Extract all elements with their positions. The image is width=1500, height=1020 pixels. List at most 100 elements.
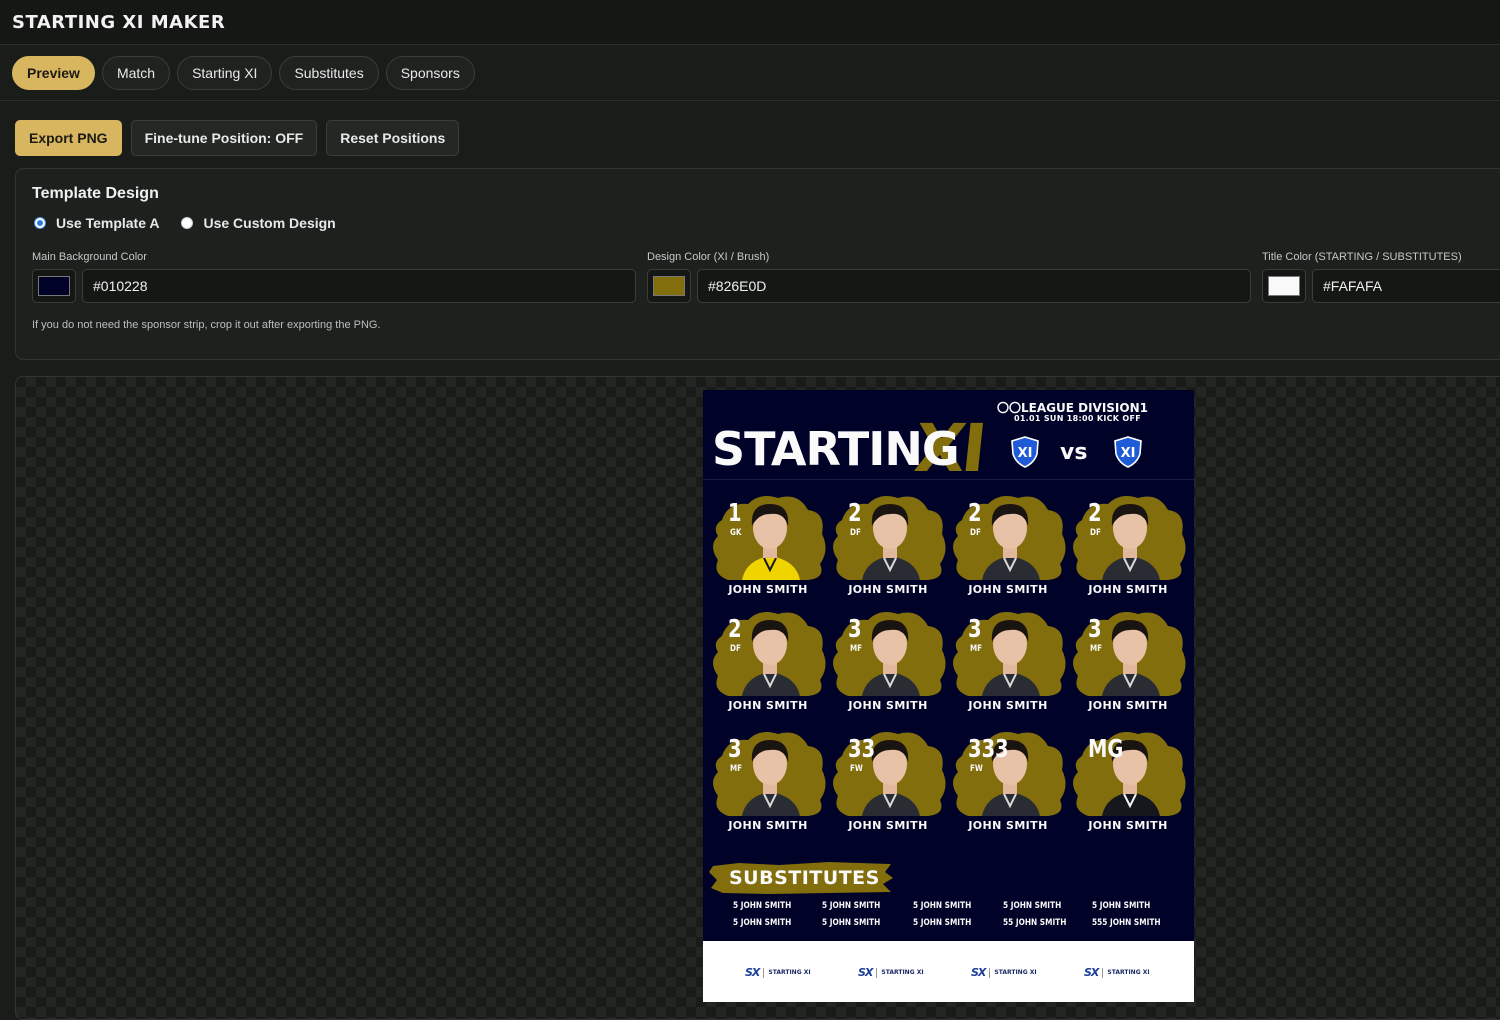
design-color-swatch (653, 276, 685, 296)
player-position: MF (1090, 644, 1103, 654)
radio-template-a[interactable] (34, 217, 46, 229)
player-number: 333 (968, 734, 1009, 763)
player-card[interactable]: MG JOHN SMITH (1068, 726, 1188, 842)
player-card[interactable]: 3 MF JOHN SMITH (948, 606, 1068, 722)
away-crest-text: XI (1121, 446, 1136, 461)
player-number: 2 (968, 498, 982, 527)
lineup-poster: 〇〇LEAGUE DIVISION1 01.01 SUN 18:00 KICK … (703, 390, 1194, 1002)
player-name: JOHN SMITH (1088, 699, 1168, 712)
player-position: DF (1090, 528, 1101, 538)
home-crest-text: XI (1018, 446, 1033, 461)
player-name: JOHN SMITH (1088, 583, 1168, 596)
sponsor-logo: SX STARTING XI (971, 966, 1037, 979)
player-position: MF (850, 644, 863, 654)
substitutes-title: SUBSTITUTES (729, 867, 880, 889)
player-number: MG (1088, 734, 1124, 763)
title-color-label: Title Color (STARTING / SUBSTITUTES) (1262, 251, 1462, 263)
player-number: 2 (728, 614, 742, 643)
fine-tune-toggle-button[interactable]: Fine-tune Position: OFF (130, 120, 318, 156)
substitute-entry: 5 JOHN SMITH (1003, 901, 1062, 911)
tab-starting-xi[interactable]: Starting XI (177, 55, 273, 90)
radio-custom-design[interactable] (181, 217, 194, 229)
poster-title-starting: STARTING (712, 422, 960, 476)
substitute-entry: 5 JOHN SMITH (822, 918, 881, 928)
app-header: STARTING XI MAKER (0, 0, 1500, 45)
main-bg-hex-input[interactable] (82, 269, 636, 303)
sponsor-name: STARTING XI (1107, 969, 1150, 976)
player-name: JOHN SMITH (728, 699, 808, 712)
poster-divider (703, 479, 1194, 480)
sponsor-logo: SX STARTING XI (858, 966, 924, 979)
substitute-entry: 55 JOHN SMITH (1003, 918, 1067, 928)
toolbar: Export PNG Fine-tune Position: OFF Reset… (15, 120, 460, 156)
player-card[interactable]: 1 GK JOHN SMITH (708, 490, 828, 606)
tab-sponsors[interactable]: Sponsors (385, 55, 475, 90)
home-team-crest-icon: XI (1011, 436, 1039, 468)
tab-preview[interactable]: Preview (12, 55, 95, 90)
use-template-a-option[interactable]: Use Template A (34, 215, 159, 231)
export-png-button[interactable]: Export PNG (15, 120, 122, 156)
player-position: FW (850, 764, 863, 774)
sponsor-mark-icon: SX (971, 966, 986, 979)
player-card[interactable]: 2 DF JOHN SMITH (948, 490, 1068, 606)
player-name: JOHN SMITH (848, 819, 928, 832)
sponsor-strip-hint: If you do not need the sponsor strip, cr… (32, 319, 381, 331)
substitute-entry: 5 JOHN SMITH (913, 918, 972, 928)
player-number: 3 (728, 734, 742, 763)
title-color-picker[interactable] (1262, 269, 1306, 303)
player-name: JOHN SMITH (848, 583, 928, 596)
tab-match[interactable]: Match (101, 55, 171, 90)
player-card[interactable]: 3 MF JOHN SMITH (1068, 606, 1188, 722)
sponsor-divider (989, 967, 991, 978)
player-card[interactable]: 2 DF JOHN SMITH (828, 490, 948, 606)
template-design-panel: Template Design Use Template A Use Custo… (15, 168, 1500, 360)
player-position: GK (730, 528, 742, 538)
design-color-label: Design Color (XI / Brush) (647, 251, 770, 263)
sponsor-divider (1102, 967, 1104, 978)
player-card[interactable]: 3 MF JOHN SMITH (708, 726, 828, 842)
sponsor-mark-icon: SX (745, 966, 760, 979)
player-card[interactable]: 33 FW JOHN SMITH (828, 726, 948, 842)
reset-positions-button[interactable]: Reset Positions (326, 120, 460, 156)
sponsor-mark-icon: SX (1084, 966, 1099, 979)
main-bg-label: Main Background Color (32, 251, 147, 263)
sponsor-name: STARTING XI (994, 969, 1037, 976)
radio-template-a-label: Use Template A (56, 215, 160, 231)
player-card[interactable]: 333 FW JOHN SMITH (948, 726, 1068, 842)
player-card[interactable]: 2 DF JOHN SMITH (708, 606, 828, 722)
substitute-entry: 5 JOHN SMITH (822, 901, 881, 911)
player-position: MF (730, 764, 743, 774)
app-title: STARTING XI MAKER (12, 11, 226, 33)
title-color-hex-input[interactable] (1312, 269, 1500, 303)
player-number: 33 (848, 734, 876, 763)
sponsor-divider (763, 967, 765, 978)
sponsor-mark-icon: SX (858, 966, 873, 979)
main-bg-swatch (38, 276, 70, 296)
substitute-entry: 5 JOHN SMITH (1092, 901, 1151, 911)
player-position: DF (850, 528, 861, 538)
player-card[interactable]: 3 MF JOHN SMITH (828, 606, 948, 722)
sponsor-logo: SX STARTING XI (745, 966, 811, 979)
player-card[interactable]: 2 DF JOHN SMITH (1068, 490, 1188, 606)
panel-title: Template Design (32, 185, 159, 202)
sponsor-divider (876, 967, 878, 978)
tab-bar: Preview Match Starting XI Substitutes Sp… (0, 45, 1500, 101)
player-name: JOHN SMITH (968, 699, 1048, 712)
away-team-crest-icon: XI (1114, 436, 1142, 468)
player-name: JOHN SMITH (728, 583, 808, 596)
player-number: 1 (728, 498, 742, 527)
sponsor-name: STARTING XI (881, 969, 924, 976)
player-position: FW (970, 764, 983, 774)
player-number: 3 (1088, 614, 1102, 643)
tab-substitutes[interactable]: Substitutes (279, 55, 379, 90)
design-color-hex-input[interactable] (697, 269, 1251, 303)
use-custom-design-option[interactable]: Use Custom Design (181, 215, 336, 231)
sponsor-name: STARTING XI (768, 969, 811, 976)
design-color-picker[interactable] (647, 269, 691, 303)
main-bg-color-picker[interactable] (32, 269, 76, 303)
sponsor-logo: SX STARTING XI (1084, 966, 1150, 979)
substitute-entry: 5 JOHN SMITH (733, 901, 792, 911)
player-position: MF (970, 644, 983, 654)
design-mode-radio-group: Use Template A Use Custom Design (34, 215, 336, 231)
player-name: JOHN SMITH (968, 583, 1048, 596)
